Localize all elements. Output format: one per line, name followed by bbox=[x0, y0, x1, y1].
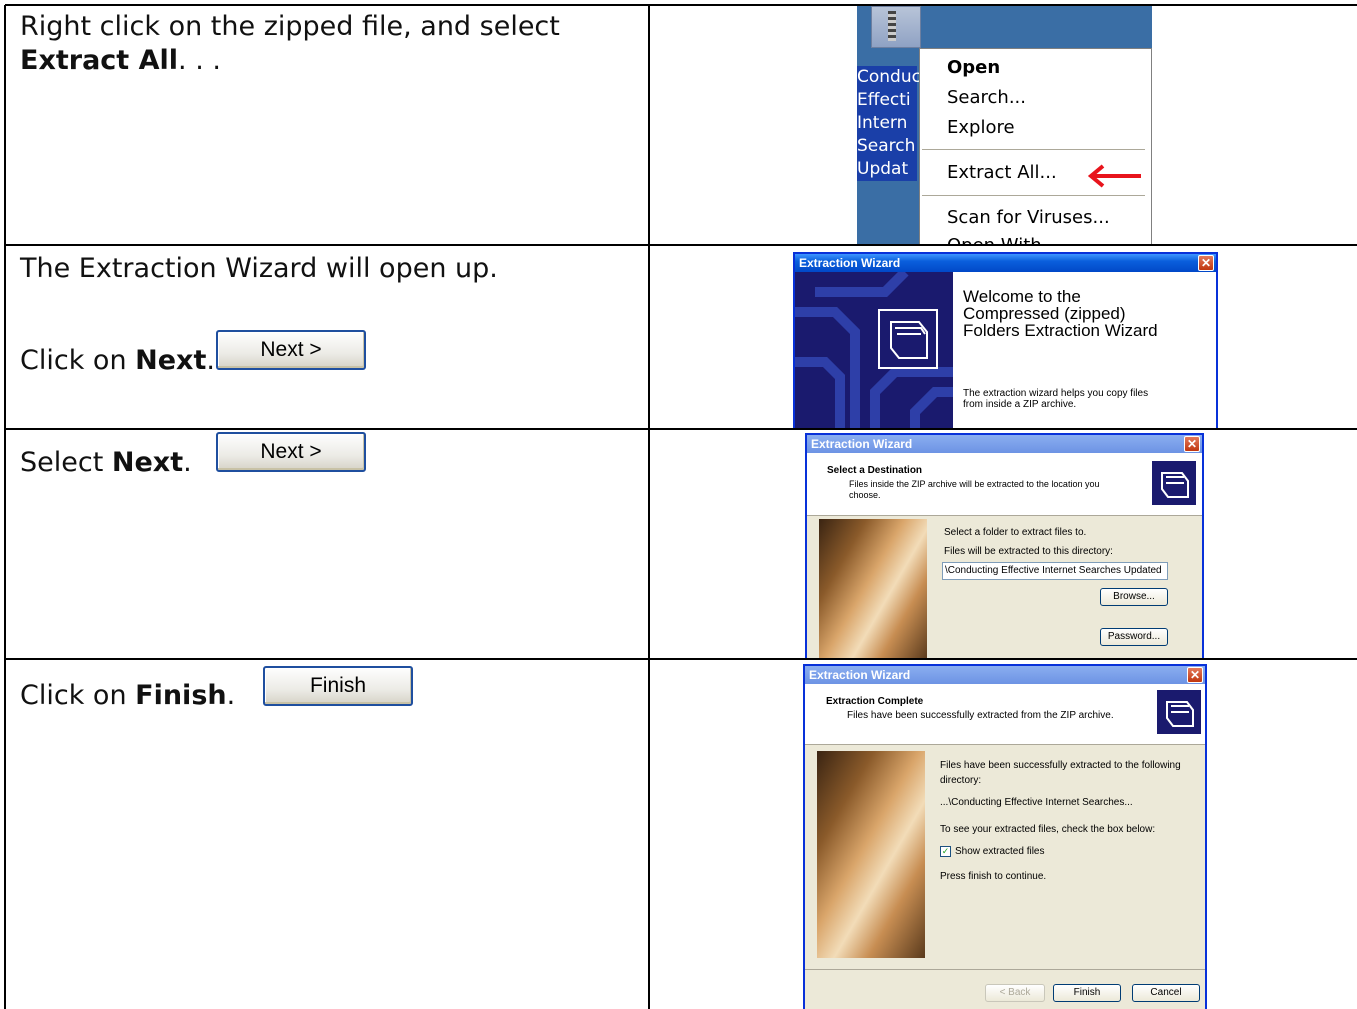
menu-item-scan-viruses[interactable]: Scan for Viruses... bbox=[947, 207, 1110, 228]
menu-item-search[interactable]: Search... bbox=[947, 87, 1026, 108]
show-extracted-files-label: Show extracted files bbox=[955, 846, 1045, 857]
table-row-divider bbox=[5, 658, 1357, 660]
context-menu-screenshot: Conduc Effecti Intern Search Updat Open … bbox=[857, 6, 1152, 244]
wizard-destination-window: Extraction Wizard ✕ Select a Destination… bbox=[805, 433, 1204, 658]
desktop-file-label: Conduc Effecti Intern Search Updat bbox=[857, 66, 921, 181]
see-files-label: To see your extracted files, check the b… bbox=[940, 824, 1156, 835]
table-border-left bbox=[4, 5, 6, 1009]
menu-item-open-with[interactable]: Open With bbox=[947, 235, 1042, 244]
back-button[interactable]: < Back bbox=[985, 984, 1045, 1002]
wizard-side-graphic bbox=[795, 272, 953, 428]
wizard-subtitle: Files inside the ZIP archive will be ext… bbox=[849, 479, 1100, 500]
next-button-sample: Next > bbox=[216, 330, 366, 370]
select-folder-label: Select a folder to extract files to. bbox=[944, 527, 1087, 538]
zip-folder-icon bbox=[1157, 690, 1201, 734]
extracted-path: ...\Conducting Effective Internet Search… bbox=[940, 797, 1133, 808]
step2-instruction: The Extraction Wizard will open up. bbox=[20, 253, 498, 284]
menu-item-open[interactable]: Open bbox=[947, 57, 1000, 78]
footer-divider bbox=[805, 969, 1205, 970]
red-arrow-icon bbox=[1085, 164, 1143, 188]
wizard-title-bar: Extraction Wizard ✕ bbox=[805, 666, 1205, 684]
close-icon[interactable]: ✕ bbox=[1198, 255, 1214, 271]
next-button-sample: Next > bbox=[216, 432, 366, 472]
wizard-complete-window: Extraction Wizard ✕ Extraction Complete … bbox=[803, 664, 1207, 1009]
password-button[interactable]: Password... bbox=[1100, 628, 1168, 646]
wizard-title-bar: Extraction Wizard ✕ bbox=[795, 254, 1216, 272]
wizard-folder-graphic bbox=[817, 751, 925, 958]
step2-click-next: Click on Next. bbox=[20, 345, 215, 376]
step3-instruction: Select Next. bbox=[20, 447, 192, 478]
step1-instruction: Right click on the zipped file, and sele… bbox=[20, 11, 560, 76]
finish-button[interactable]: Finish bbox=[1053, 984, 1121, 1002]
directory-label: Files will be extracted to this director… bbox=[944, 546, 1113, 557]
context-menu: Open Search... Explore Extract All... Sc… bbox=[919, 48, 1152, 244]
zip-folder-icon bbox=[871, 6, 921, 48]
press-finish-label: Press finish to continue. bbox=[940, 871, 1047, 882]
wizard-welcome-heading: Welcome to the Compressed (zipped) Folde… bbox=[963, 287, 1158, 340]
menu-item-explore[interactable]: Explore bbox=[947, 117, 1015, 138]
table-border-top bbox=[5, 4, 1357, 6]
wizard-heading: Select a Destination bbox=[827, 465, 923, 476]
zip-folder-icon bbox=[1152, 461, 1196, 505]
wizard-folder-graphic bbox=[819, 519, 927, 658]
step4-instruction: Click on Finish. bbox=[20, 680, 236, 711]
wizard-welcome-window: Extraction Wizard ✕ Welcome to the Compr… bbox=[793, 252, 1218, 428]
menu-separator bbox=[922, 149, 1145, 150]
table-row-divider bbox=[5, 428, 1357, 430]
menu-separator bbox=[922, 195, 1145, 196]
wizard-heading: Extraction Complete bbox=[826, 696, 924, 707]
close-icon[interactable]: ✕ bbox=[1184, 436, 1200, 452]
wizard-welcome-content: Welcome to the Compressed (zipped) Folde… bbox=[953, 272, 1216, 428]
wizard-subtitle: Files have been successfully extracted f… bbox=[847, 710, 1114, 721]
wizard-welcome-body: The extraction wizard helps you copy fil… bbox=[963, 388, 1149, 410]
menu-item-extract-all[interactable]: Extract All... bbox=[947, 162, 1057, 183]
table-row-divider bbox=[5, 244, 1357, 246]
show-extracted-files-checkbox[interactable]: ✓ bbox=[940, 846, 951, 857]
wizard-header: Select a Destination Files inside the ZI… bbox=[807, 453, 1202, 516]
success-message: Files have been successfully extracted t… bbox=[940, 760, 1181, 786]
wizard-header: Extraction Complete Files have been succ… bbox=[805, 684, 1205, 745]
finish-button-sample: Finish bbox=[263, 666, 413, 706]
close-icon[interactable]: ✕ bbox=[1187, 667, 1203, 683]
table-column-divider bbox=[648, 5, 650, 1009]
browse-button[interactable]: Browse... bbox=[1100, 588, 1168, 606]
directory-path-input[interactable]: \Conducting Effective Internet Searches … bbox=[942, 562, 1168, 580]
wizard-title-bar: Extraction Wizard ✕ bbox=[807, 435, 1202, 453]
cancel-button[interactable]: Cancel bbox=[1132, 984, 1200, 1002]
